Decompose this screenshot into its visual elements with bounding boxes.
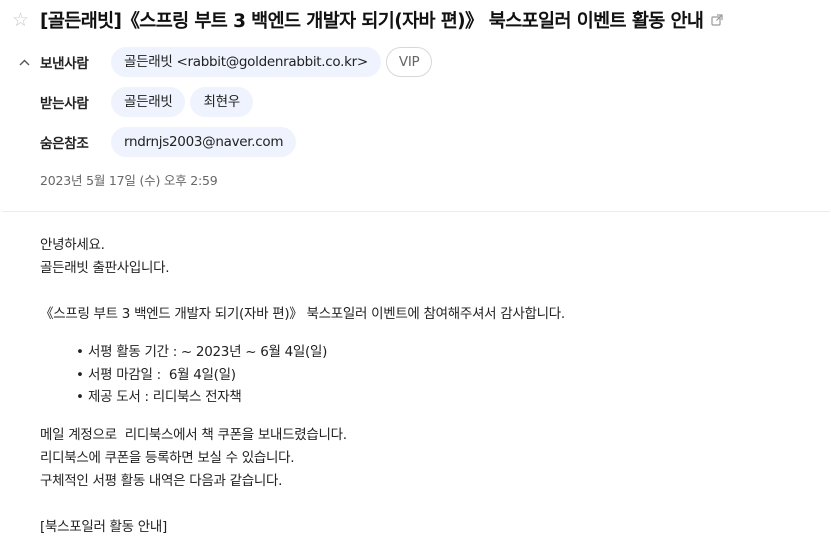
- sender-label: 보낸사람: [40, 56, 89, 72]
- email-subject: [골든래빗]《스프링 부트 3 백엔드 개발자 되기(자바 편)》 북스포일러 …: [40, 11, 704, 32]
- header-divider: [2, 211, 830, 212]
- section-title: [북스포일러 활동 안내]: [40, 518, 167, 535]
- body-paragraph: 메일 계정으로 리디북스에서 책 쿠폰을 보내드렸습니다.: [40, 426, 347, 443]
- recipient-label: 받는사람: [40, 96, 89, 112]
- email-date: 2023년 5월 17일 (수) 오후 2:59: [40, 173, 218, 188]
- bcc-chip[interactable]: rndrnjs2003@naver.com: [111, 127, 297, 157]
- recipient-chip[interactable]: 최현우: [190, 87, 253, 117]
- bcc-chips: rndrnjs2003@naver.com: [111, 127, 297, 157]
- recipient-chips: 골든래빗 최현우: [111, 87, 253, 117]
- bcc-label: 숨은참조: [40, 136, 89, 152]
- greeting-line: 골든래빗 출판사입니다.: [40, 260, 170, 276]
- recipient-chip[interactable]: 골든래빗: [111, 87, 186, 117]
- sender-chip[interactable]: 골든래빗 <rabbit@goldenrabbit.co.kr>: [111, 47, 381, 77]
- sender-chips: 골든래빗 <rabbit@goldenrabbit.co.kr> VIP: [111, 47, 433, 77]
- external-link-icon[interactable]: [711, 14, 723, 26]
- email-body: 안녕하세요. 골든래빗 출판사입니다. 《스프링 부트 3 백엔드 개발자 되기…: [40, 234, 820, 539]
- list-item: 서평 마감일 : 6월 4일(일): [76, 364, 820, 387]
- greeting-line: 안녕하세요.: [40, 237, 105, 253]
- email-header: ☆ [골든래빗]《스프링 부트 3 백엔드 개발자 되기(자바 편)》 북스포일…: [0, 0, 831, 212]
- subject-row: ☆ [골든래빗]《스프링 부트 3 백엔드 개발자 되기(자바 편)》 북스포일…: [12, 5, 723, 35]
- vip-button[interactable]: VIP: [385, 47, 433, 77]
- list-item: 제공 도서 : 리디북스 전자책: [76, 386, 820, 409]
- chevron-up-icon[interactable]: [17, 47, 31, 77]
- body-paragraph: 구체적인 서평 활동 내역은 다음과 같습니다.: [40, 472, 283, 489]
- star-icon[interactable]: ☆: [12, 10, 40, 30]
- details-list: 서평 활동 기간 : ~ 2023년 ~ 6월 4일(일) 서평 마감일 : 6…: [40, 341, 820, 409]
- body-paragraph: 리디북스에 쿠폰을 등록하면 보실 수 있습니다.: [40, 449, 295, 466]
- thanks-line: 《스프링 부트 3 백엔드 개발자 되기(자바 편)》 북스포일러 이벤트에 참…: [40, 306, 565, 322]
- list-item: 서평 활동 기간 : ~ 2023년 ~ 6월 4일(일): [76, 341, 820, 364]
